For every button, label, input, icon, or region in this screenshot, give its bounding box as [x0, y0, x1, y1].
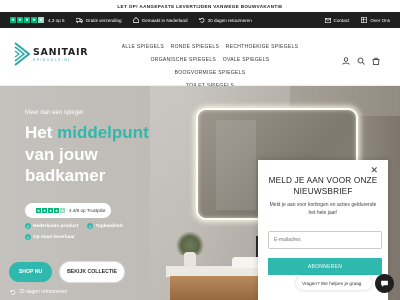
check-icon: ✓ [87, 223, 94, 229]
search-icon[interactable] [357, 52, 365, 70]
check-icon: ✓ [25, 234, 31, 240]
hero-usp-item: ✓ Topkwaliteit [87, 223, 123, 229]
hero-headline-part-3: badkamer [25, 166, 106, 185]
usp-returns-text: 30 dagen retourneren [207, 17, 252, 23]
hero-headline-part-2: van jouw [25, 144, 98, 164]
hero-usp-list: ✓ Nederlands product ✓ Topkwaliteit ✓ Op ma… [25, 223, 132, 245]
logo-main-text: SANITAIR [33, 46, 89, 58]
cart-icon[interactable] [372, 52, 380, 70]
contact-link-label: Contact [333, 17, 350, 23]
usp-shipping: Gratis verzending [75, 17, 122, 23]
about-link-label: Over Ons [370, 17, 390, 23]
usp-made-in-text: Gemaakt in Nederland [141, 17, 188, 23]
return-icon [198, 17, 204, 23]
contact-link[interactable]: Contact [324, 17, 350, 23]
hero-headline: Het middelpunt van jouw badkamer [25, 122, 185, 187]
truck-icon [75, 17, 83, 23]
nav-item-ronde-spiegels[interactable]: RONDE SPIEGELS [171, 44, 219, 50]
announcement-text: LET OP! AANGEPASTE LEVERTIJDEN VANWEGE B… [117, 3, 283, 9]
logo-sub-text: SPIEGELS.NL [33, 57, 72, 62]
site-logo[interactable]: SANITAIR SPIEGELS.NL [14, 42, 88, 66]
trustpilot-stars-icon: ★ ★ ★ ★ ★ [10, 16, 44, 23]
usp-rating-text: 4,3 op 5 [48, 17, 65, 23]
hero-headline-part-1: Het [25, 123, 58, 142]
hero-usp-item: ✓ Op maat leverbaar [25, 234, 75, 240]
trustpilot-stars-icon: ★ ★ ★ ★ ★ [36, 207, 65, 213]
subscribe-button[interactable]: ABONNEREN [268, 258, 382, 275]
hero-kicker: Meer dan een spiegel. [25, 110, 85, 116]
logo-mark-icon [14, 42, 30, 66]
hero-usp-label: Nederlands product [33, 223, 79, 229]
grid-icon [361, 17, 368, 23]
chat-prompt-text: Vragen? We helpen je graag [302, 280, 362, 286]
nav-item-organische-spiegels[interactable]: ORGANISCHE SPIEGELS [151, 57, 216, 63]
hero-usp-label: Op maat leverbaar [33, 234, 75, 240]
about-link[interactable]: Over Ons [361, 17, 390, 23]
chat-bubble-icon [381, 280, 388, 287]
close-icon[interactable]: ✕ [370, 166, 378, 175]
announcement-bar: LET OP! AANGEPASTE LEVERTIJDEN VANWEGE B… [0, 0, 400, 12]
return-icon [10, 289, 16, 295]
newsletter-description: Meld je aan voor kortingen en acties gel… [269, 202, 377, 216]
chat-button[interactable] [375, 274, 394, 293]
hero-returns-text: 30 dagen retourneren [19, 289, 68, 295]
trustpilot-rating-text: 4.4/5 op Trustpilot [69, 208, 106, 213]
trustpilot-rating-badge[interactable]: ★ ★ ★ ★ ★ 4.4/5 op Trustpilot [25, 203, 111, 218]
view-collection-button[interactable]: BEKIJK COLLECTIE [59, 261, 125, 283]
usp-shipping-text: Gratis verzending [85, 17, 122, 23]
nav-item-ovale-spiegels[interactable]: OVALE SPIEGELS [223, 57, 270, 63]
usp-bar: ★ ★ ★ ★ ★ 4,3 op 5 Gratis verzending Gemaakt… [0, 12, 400, 28]
newsletter-title: MELD JE AAN VOOR ONZE NIEUWSBRIEF [268, 176, 378, 196]
hero-usp-item: ✓ Nederlands product [25, 223, 78, 229]
usp-rating: ★ ★ ★ ★ ★ 4,3 op 5 [10, 17, 65, 23]
account-icon[interactable] [342, 52, 350, 70]
nav-item-boogvormige-spiegels[interactable]: BOOGVORMIGE SPIEGELS [175, 70, 246, 76]
hero-headline-accent: middelpunt [57, 123, 149, 142]
nav-item-rechthoekige-spiegels[interactable]: RECHTHOEKIGE SPIEGELS [226, 44, 298, 50]
mail-icon [324, 17, 331, 23]
nav-item-alle-spiegels[interactable]: ALLE SPIEGELS [122, 44, 164, 50]
email-field[interactable] [268, 231, 382, 249]
chat-prompt[interactable]: Vragen? We helpen je graag [296, 276, 372, 290]
usp-returns: 30 dagen retourneren [198, 17, 252, 23]
hero-usp-label: Topkwaliteit [95, 223, 123, 229]
usp-made-in: Gemaakt in Nederland [132, 17, 188, 23]
shop-now-button[interactable]: SHOP NU [9, 262, 52, 282]
hero-vase-image [184, 252, 196, 267]
site-header: SANITAIR SPIEGELS.NL ALLE SPIEGELS RONDE… [0, 28, 400, 89]
hero-returns-note: 30 dagen retourneren [10, 289, 67, 295]
home-icon [132, 17, 139, 23]
check-icon: ✓ [25, 223, 31, 229]
